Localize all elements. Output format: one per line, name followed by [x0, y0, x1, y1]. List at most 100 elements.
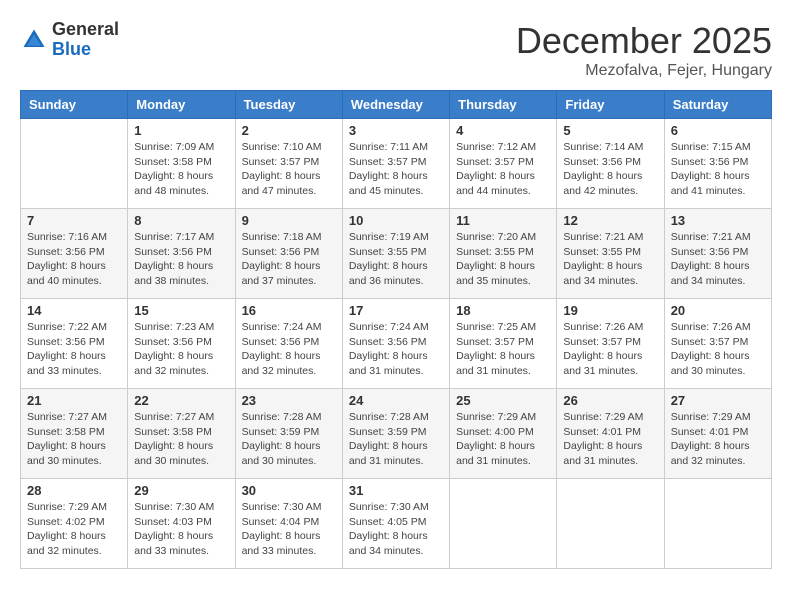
logo-general-text: General [52, 19, 119, 39]
calendar-cell: 28 Sunrise: 7:29 AMSunset: 4:02 PMDayligh… [21, 479, 128, 569]
calendar-week-row: 7 Sunrise: 7:16 AMSunset: 3:56 PMDaylight… [21, 209, 772, 299]
calendar-cell: 25Sunrise: 7:29 AMSunset: 4:00 PMDayligh… [450, 389, 557, 479]
day-number: 9 [242, 213, 336, 228]
day-info: Sunrise: 7:30 AMSunset: 4:03 PMDaylight:… [134, 500, 228, 559]
day-number: 19 [563, 303, 657, 318]
calendar-cell [557, 479, 664, 569]
calendar-header-wednesday: Wednesday [342, 91, 449, 119]
calendar-cell: 9Sunrise: 7:18 AMSunset: 3:56 PMDaylight… [235, 209, 342, 299]
calendar-cell: 14 Sunrise: 7:22 AMSunset: 3:56 PMDayligh… [21, 299, 128, 389]
calendar-cell: 12Sunrise: 7:21 AMSunset: 3:55 PMDayligh… [557, 209, 664, 299]
calendar-cell: 4Sunrise: 7:12 AMSunset: 3:57 PMDaylight… [450, 119, 557, 209]
calendar-cell: 24 Sunrise: 7:28 AMSunset: 3:59 PMDayligh… [342, 389, 449, 479]
calendar-cell: 1 Sunrise: 7:09 AMSunset: 3:58 PMDaylight… [128, 119, 235, 209]
day-number: 3 [349, 123, 443, 138]
day-info: Sunrise: 7:29 AMSunset: 4:00 PMDaylight:… [456, 410, 550, 469]
calendar-cell: 29 Sunrise: 7:30 AMSunset: 4:03 PMDayligh… [128, 479, 235, 569]
day-info: Sunrise: 7:16 AMSunset: 3:56 PMDaylight:… [27, 230, 121, 289]
calendar-table: SundayMondayTuesdayWednesdayThursdayFrid… [20, 90, 772, 569]
month-title: December 2025 [516, 20, 772, 62]
calendar-week-row: 28 Sunrise: 7:29 AMSunset: 4:02 PMDayligh… [21, 479, 772, 569]
day-number: 20 [671, 303, 765, 318]
logo: General Blue [20, 20, 119, 60]
day-info: Sunrise: 7:24 AMSunset: 3:56 PMDaylight:… [242, 320, 336, 379]
calendar-week-row: 1 Sunrise: 7:09 AMSunset: 3:58 PMDaylight… [21, 119, 772, 209]
day-number: 28 [27, 483, 121, 498]
calendar-header-saturday: Saturday [664, 91, 771, 119]
title-section: December 2025 Mezofalva, Fejer, Hungary [516, 20, 772, 80]
calendar-week-row: 21 Sunrise: 7:27 AMSunset: 3:58 PMDayligh… [21, 389, 772, 479]
calendar-cell: 10Sunrise: 7:19 AMSunset: 3:55 PMDayligh… [342, 209, 449, 299]
calendar-cell: 13 Sunrise: 7:21 AMSunset: 3:56 PMDayligh… [664, 209, 771, 299]
day-info: Sunrise: 7:09 AMSunset: 3:58 PMDaylight:… [134, 140, 228, 199]
day-info: Sunrise: 7:28 AMSunset: 3:59 PMDaylight:… [349, 410, 443, 469]
calendar-cell: 20 Sunrise: 7:26 AMSunset: 3:57 PMDayligh… [664, 299, 771, 389]
day-number: 7 [27, 213, 121, 228]
day-number: 6 [671, 123, 765, 138]
day-number: 15 [134, 303, 228, 318]
logo-blue-text: Blue [52, 39, 91, 59]
day-number: 18 [456, 303, 550, 318]
day-info: Sunrise: 7:21 AMSunset: 3:56 PMDaylight:… [671, 230, 765, 289]
calendar-cell [664, 479, 771, 569]
calendar-cell: 26 Sunrise: 7:29 AMSunset: 4:01 PMDayligh… [557, 389, 664, 479]
calendar-header-row: SundayMondayTuesdayWednesdayThursdayFrid… [21, 91, 772, 119]
day-info: Sunrise: 7:28 AMSunset: 3:59 PMDaylight:… [242, 410, 336, 469]
calendar-header-sunday: Sunday [21, 91, 128, 119]
day-number: 12 [563, 213, 657, 228]
calendar-cell: 8Sunrise: 7:17 AMSunset: 3:56 PMDaylight… [128, 209, 235, 299]
day-info: Sunrise: 7:29 AMSunset: 4:01 PMDaylight:… [563, 410, 657, 469]
day-info: Sunrise: 7:26 AMSunset: 3:57 PMDaylight:… [563, 320, 657, 379]
calendar-cell: 7 Sunrise: 7:16 AMSunset: 3:56 PMDaylight… [21, 209, 128, 299]
day-number: 26 [563, 393, 657, 408]
calendar-header-monday: Monday [128, 91, 235, 119]
day-number: 13 [671, 213, 765, 228]
day-number: 29 [134, 483, 228, 498]
day-number: 5 [563, 123, 657, 138]
day-info: Sunrise: 7:10 AMSunset: 3:57 PMDaylight:… [242, 140, 336, 199]
day-info: Sunrise: 7:19 AMSunset: 3:55 PMDaylight:… [349, 230, 443, 289]
calendar-cell: 17Sunrise: 7:24 AMSunset: 3:56 PMDayligh… [342, 299, 449, 389]
calendar-cell: 3 Sunrise: 7:11 AMSunset: 3:57 PMDaylight… [342, 119, 449, 209]
calendar-header-tuesday: Tuesday [235, 91, 342, 119]
day-number: 16 [242, 303, 336, 318]
day-number: 24 [349, 393, 443, 408]
day-number: 23 [242, 393, 336, 408]
day-info: Sunrise: 7:12 AMSunset: 3:57 PMDaylight:… [456, 140, 550, 199]
calendar-header-thursday: Thursday [450, 91, 557, 119]
calendar-cell: 6Sunrise: 7:15 AMSunset: 3:56 PMDaylight… [664, 119, 771, 209]
day-info: Sunrise: 7:23 AMSunset: 3:56 PMDaylight:… [134, 320, 228, 379]
day-info: Sunrise: 7:30 AMSunset: 4:04 PMDaylight:… [242, 500, 336, 559]
calendar-cell: 21 Sunrise: 7:27 AMSunset: 3:58 PMDayligh… [21, 389, 128, 479]
calendar-cell: 2 Sunrise: 7:10 AMSunset: 3:57 PMDaylight… [235, 119, 342, 209]
day-info: Sunrise: 7:29 AMSunset: 4:01 PMDaylight:… [671, 410, 765, 469]
day-info: Sunrise: 7:27 AMSunset: 3:58 PMDaylight:… [134, 410, 228, 469]
day-number: 2 [242, 123, 336, 138]
page-header: General Blue December 2025 Mezofalva, Fe… [20, 20, 772, 80]
calendar-cell: 23 Sunrise: 7:28 AMSunset: 3:59 PMDayligh… [235, 389, 342, 479]
day-number: 8 [134, 213, 228, 228]
calendar-cell: 5Sunrise: 7:14 AMSunset: 3:56 PMDaylight… [557, 119, 664, 209]
calendar-cell: 16 Sunrise: 7:24 AMSunset: 3:56 PMDayligh… [235, 299, 342, 389]
day-info: Sunrise: 7:26 AMSunset: 3:57 PMDaylight:… [671, 320, 765, 379]
day-info: Sunrise: 7:27 AMSunset: 3:58 PMDaylight:… [27, 410, 121, 469]
calendar-cell: 18Sunrise: 7:25 AMSunset: 3:57 PMDayligh… [450, 299, 557, 389]
day-number: 11 [456, 213, 550, 228]
day-info: Sunrise: 7:29 AMSunset: 4:02 PMDaylight:… [27, 500, 121, 559]
day-number: 17 [349, 303, 443, 318]
day-number: 22 [134, 393, 228, 408]
day-number: 1 [134, 123, 228, 138]
day-info: Sunrise: 7:22 AMSunset: 3:56 PMDaylight:… [27, 320, 121, 379]
calendar-week-row: 14 Sunrise: 7:22 AMSunset: 3:56 PMDayligh… [21, 299, 772, 389]
calendar-cell [450, 479, 557, 569]
logo-icon [20, 26, 48, 54]
calendar-header-friday: Friday [557, 91, 664, 119]
calendar-cell: 30 Sunrise: 7:30 AMSunset: 4:04 PMDayligh… [235, 479, 342, 569]
calendar-cell: 11 Sunrise: 7:20 AMSunset: 3:55 PMDayligh… [450, 209, 557, 299]
day-number: 21 [27, 393, 121, 408]
day-info: Sunrise: 7:20 AMSunset: 3:55 PMDaylight:… [456, 230, 550, 289]
day-number: 30 [242, 483, 336, 498]
day-info: Sunrise: 7:30 AMSunset: 4:05 PMDaylight:… [349, 500, 443, 559]
day-info: Sunrise: 7:11 AMSunset: 3:57 PMDaylight:… [349, 140, 443, 199]
day-number: 14 [27, 303, 121, 318]
